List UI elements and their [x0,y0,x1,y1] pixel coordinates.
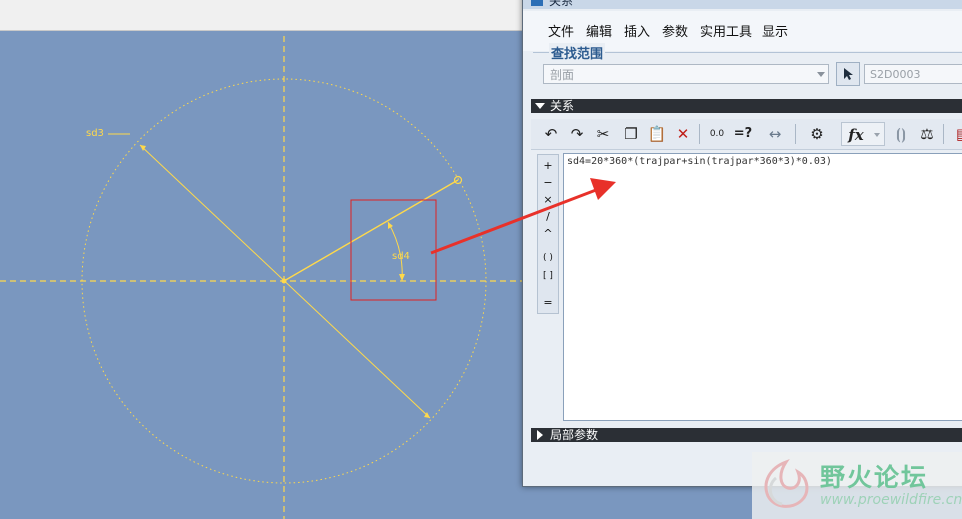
annotation-arrow-head [590,178,616,200]
annotation-overlay [430,178,616,255]
forum-watermark: 野火论坛 www.proewildfire.cn [752,452,962,519]
annotation-arrow-shaft [430,188,597,255]
flame-logo-icon [764,458,809,508]
watermark-url: www.proewildfire.cn [820,492,962,508]
watermark-title: 野火论坛 [820,463,929,492]
